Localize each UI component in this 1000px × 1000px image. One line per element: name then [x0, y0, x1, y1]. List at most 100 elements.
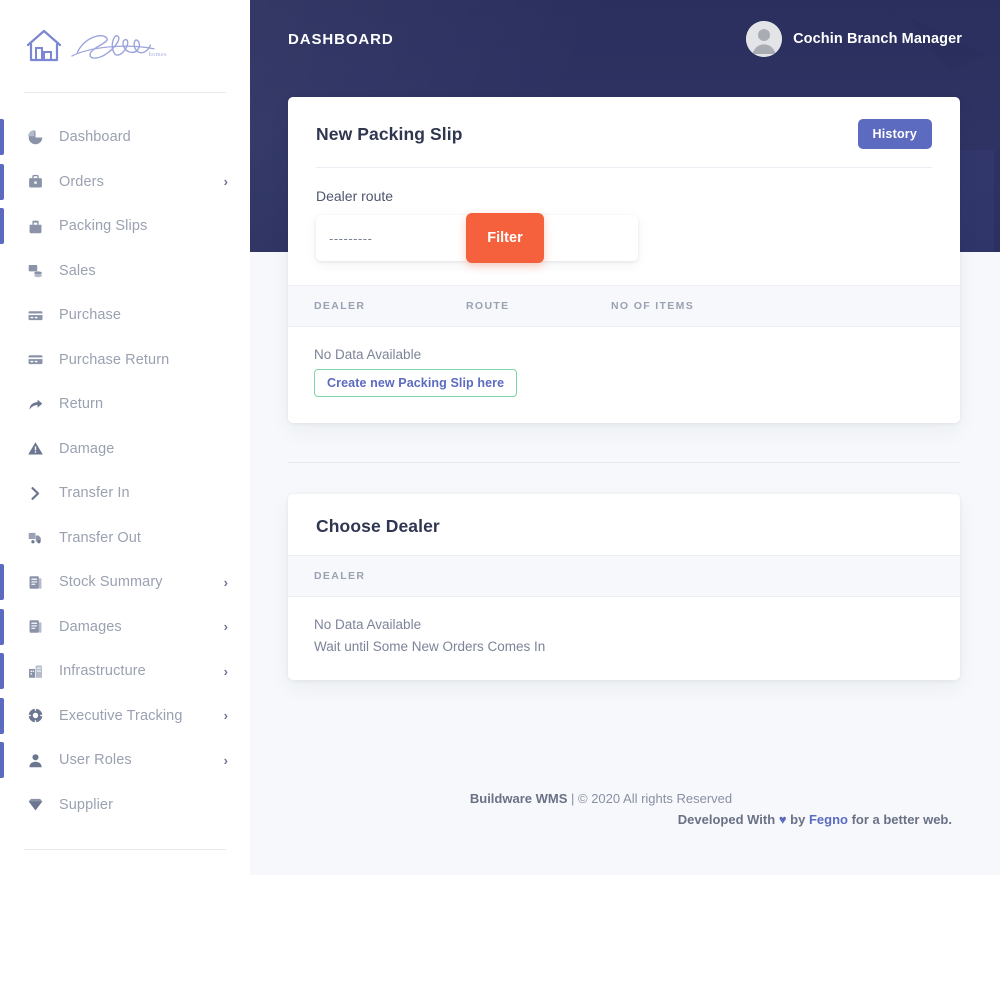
sidebar-item-label: Return — [59, 396, 104, 413]
active-accent-bar — [0, 653, 4, 689]
footer: Buildware WMS | © 2020 All rights Reserv… — [250, 788, 1000, 830]
active-accent-bar — [0, 564, 4, 600]
sidebar-item-label: Purchase Return — [59, 351, 170, 368]
sidebar-item-orders[interactable]: Orders › — [0, 160, 250, 205]
chevron-right-icon — [24, 485, 46, 502]
sidebar-item-label: Stock Summary — [59, 574, 163, 591]
dealer-table-header: DEALER — [288, 555, 960, 597]
sidebar-item-label: Executive Tracking — [59, 707, 183, 724]
sidebar-item-packing-slips[interactable]: Packing Slips — [0, 204, 250, 249]
user-menu[interactable]: Cochin Branch Manager — [746, 21, 962, 57]
chevron-right-icon: › — [223, 574, 228, 590]
history-button[interactable]: History — [857, 119, 932, 149]
chevron-right-icon: › — [223, 174, 228, 190]
footer-dev-suffix: for a better web. — [851, 812, 952, 828]
credit-card-icon — [24, 351, 46, 368]
sidebar-item-purchase[interactable]: Purchase — [0, 293, 250, 338]
main-area: DASHBOARD Cochin Branch Manager New Pack… — [250, 0, 1000, 1000]
chevron-right-icon: › — [223, 619, 228, 635]
filter-button[interactable]: Filter — [466, 213, 544, 263]
footer-dev-by: by — [790, 812, 806, 828]
sidebar-item-label: Orders — [59, 173, 104, 190]
sidebar-item-label: Supplier — [59, 796, 113, 813]
active-accent-bar — [0, 608, 4, 645]
page-title: DASHBOARD — [288, 30, 394, 48]
active-accent-bar — [0, 208, 4, 244]
sidebar-item-return[interactable]: Return — [0, 382, 250, 427]
sidebar-item-label: Damage — [59, 440, 115, 457]
empty-state-subtext: Wait until Some New Orders Comes In — [314, 639, 546, 654]
briefcase-icon — [24, 173, 46, 190]
buildings-icon — [24, 663, 46, 680]
dealer-route-select[interactable]: --------- — [316, 215, 466, 261]
credit-card-icon — [24, 307, 46, 324]
document-list-icon — [24, 574, 46, 591]
active-accent-bar — [0, 742, 4, 778]
footer-dev-brand-link[interactable]: Fegno — [809, 812, 848, 827]
user-name: Cochin Branch Manager — [793, 31, 962, 47]
packing-table-header: DEALER ROUTE NO OF ITEMS — [288, 285, 960, 327]
sidebar-item-label: Packing Slips — [59, 218, 148, 235]
signature-wordmark-icon: homes — [71, 35, 168, 59]
sidebar-item-label: Dashboard — [59, 129, 131, 146]
sidebar-item-stock-summary[interactable]: Stock Summary › — [0, 560, 250, 605]
column-header-route: ROUTE — [466, 300, 510, 312]
sidebar-item-damage[interactable]: Damage — [0, 427, 250, 472]
footer-product: Buildware WMS — [469, 791, 568, 806]
sidebar-item-infrastructure[interactable]: Infrastructure › — [0, 649, 250, 694]
choose-dealer-card: Choose Dealer DEALER No Data Available W… — [288, 494, 960, 680]
return-arrow-icon — [24, 396, 46, 413]
sidebar-item-label: Damages — [59, 618, 122, 635]
logo[interactable]: homes — [0, 0, 250, 92]
logo-divider — [24, 92, 226, 93]
packing-table-body: No Data Available Create new Packing Sli… — [288, 327, 960, 423]
heart-icon: ♥ — [778, 812, 787, 828]
card-title: Choose Dealer — [316, 516, 440, 536]
active-accent-bar — [0, 697, 4, 734]
footer-copyright: © 2020 All rights Reserved — [578, 791, 733, 806]
column-header-no-of-items: NO OF ITEMS — [611, 300, 695, 312]
sidebar-item-sales[interactable]: Sales — [0, 249, 250, 294]
house-logo-icon — [26, 29, 62, 62]
sidebar-item-label: Transfer In — [59, 485, 130, 502]
column-header-dealer: DEALER — [314, 300, 366, 312]
card-title: New Packing Slip — [316, 123, 463, 144]
sidebar-item-transfer-out[interactable]: Transfer Out — [0, 516, 250, 561]
empty-state-text: No Data Available — [314, 347, 422, 362]
sidebar-item-label: Transfer Out — [59, 529, 142, 546]
sidebar-item-damages[interactable]: Damages › — [0, 605, 250, 650]
sidebar-item-label: Purchase — [59, 307, 122, 324]
card-header: New Packing Slip History — [288, 97, 960, 167]
section-divider — [288, 462, 960, 463]
user-avatar-icon — [746, 21, 783, 57]
card-header: Choose Dealer — [288, 494, 960, 555]
sidebar: homes Dashboard Orders › Packing Slips S… — [0, 0, 250, 1000]
pie-chart-icon — [24, 129, 46, 146]
chevron-right-icon: › — [223, 752, 228, 768]
topbar: DASHBOARD Cochin Branch Manager — [250, 0, 1000, 78]
sidebar-item-purchase-return[interactable]: Purchase Return — [0, 338, 250, 383]
diamond-icon — [24, 796, 46, 813]
footer-separator: | — [571, 791, 575, 806]
app-root: homes Dashboard Orders › Packing Slips S… — [0, 0, 1000, 1000]
create-packing-slip-button[interactable]: Create new Packing Slip here — [314, 369, 518, 397]
dealer-route-label: Dealer route — [316, 188, 394, 204]
sidebar-item-executive-tracking[interactable]: Executive Tracking › — [0, 694, 250, 739]
sidebar-item-dashboard[interactable]: Dashboard — [0, 115, 250, 160]
filter-control-group: --------- Filter — [316, 213, 638, 263]
sidebar-item-supplier[interactable]: Supplier — [0, 783, 250, 828]
lifebuoy-icon — [24, 707, 46, 724]
svg-text:homes: homes — [149, 51, 168, 58]
empty-state-text: No Data Available — [314, 617, 422, 632]
sidebar-item-user-roles[interactable]: User Roles › — [0, 738, 250, 783]
sidebar-item-transfer-in[interactable]: Transfer In — [0, 471, 250, 516]
footer-copyright-line: Buildware WMS | © 2020 All rights Reserv… — [250, 788, 952, 809]
sidebar-item-label: Infrastructure — [59, 663, 146, 680]
new-packing-slip-card: New Packing Slip History Dealer route --… — [288, 97, 960, 423]
filter-section: Dealer route --------- Filter — [288, 168, 960, 285]
person-icon — [24, 752, 46, 769]
sales-coins-icon — [24, 262, 46, 279]
footer-developer-line: Developed With ♥ by Fegno for a better w… — [250, 809, 952, 830]
sidebar-item-label: User Roles — [59, 752, 132, 769]
document-list-icon — [24, 618, 46, 635]
